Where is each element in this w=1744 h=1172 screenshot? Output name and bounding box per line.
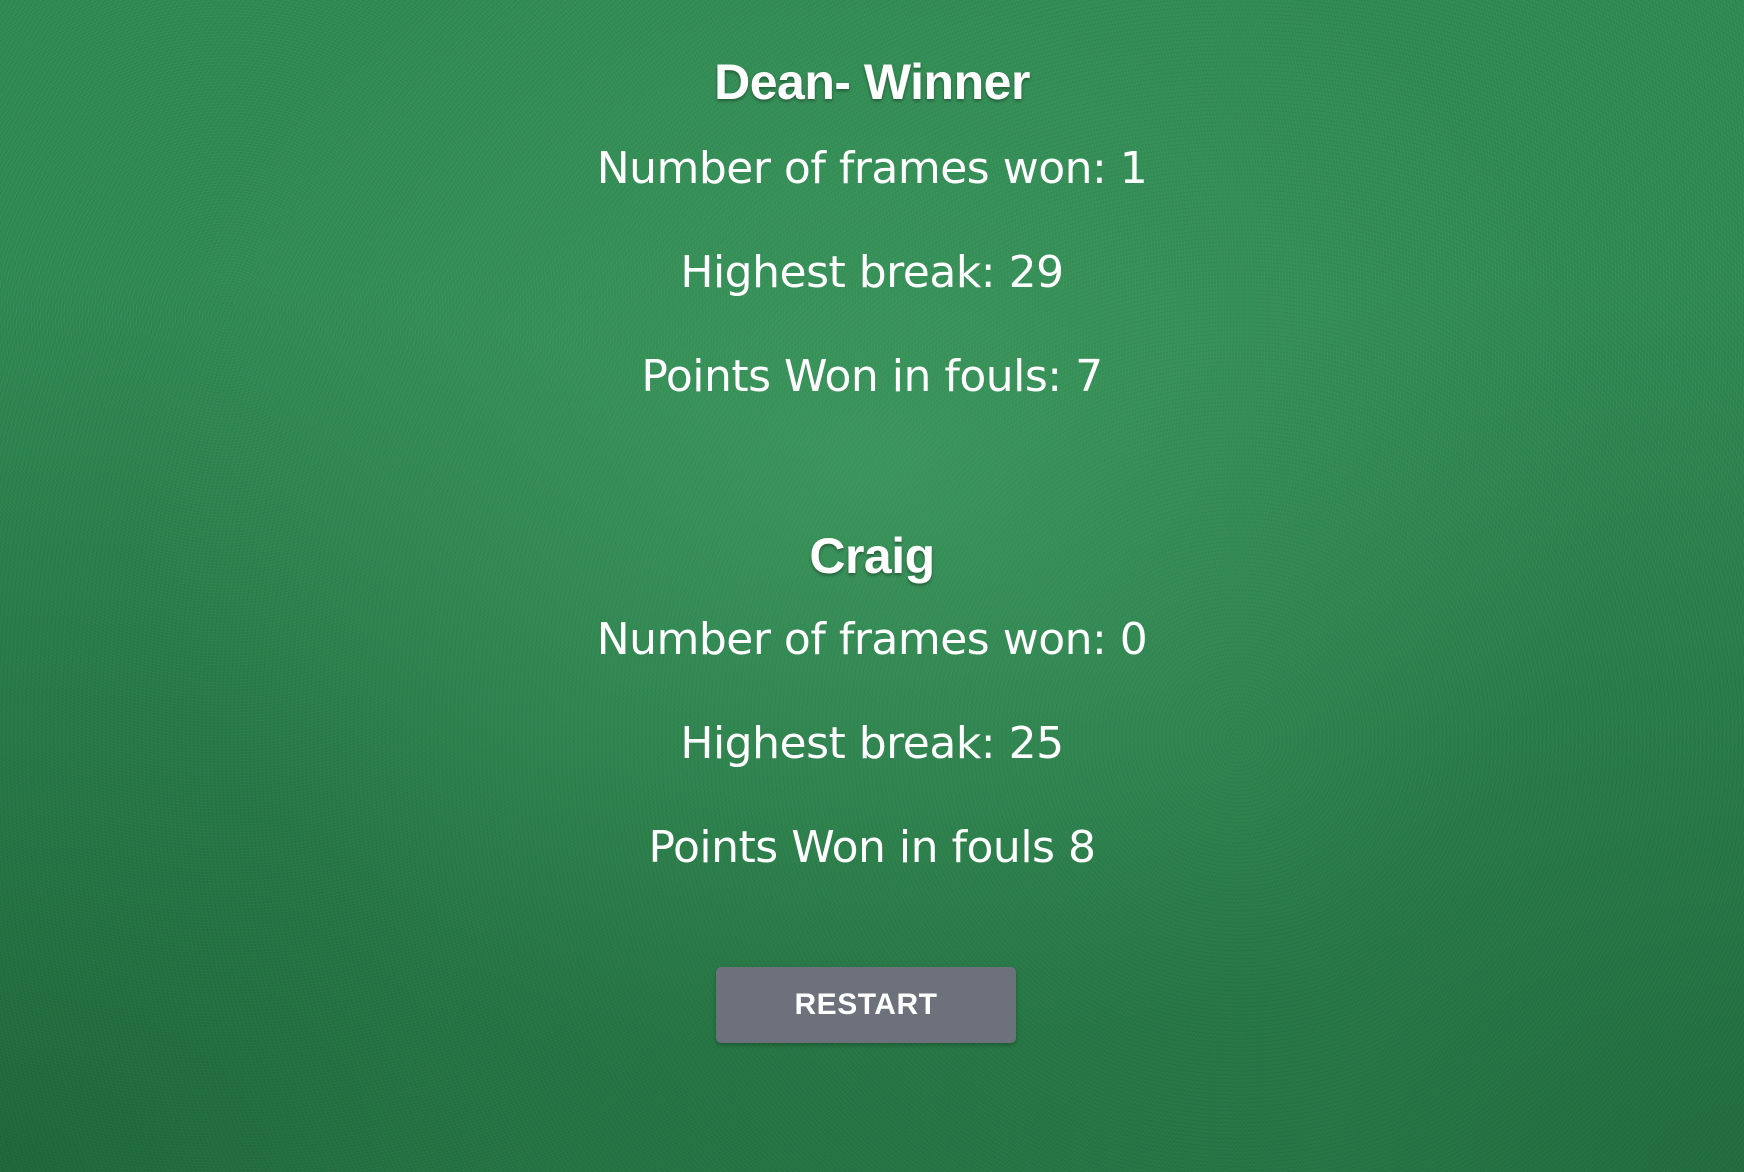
player-1-name: Dean- Winner <box>714 54 1030 110</box>
player-2-frames-won: Number of frames won: 0 <box>596 614 1148 665</box>
player-2-highest-break: Highest break: 25 <box>680 718 1064 769</box>
player-2-name: Craig <box>809 528 935 584</box>
restart-button[interactable]: RESTART <box>716 967 1016 1043</box>
player-1-highest-break: Highest break: 29 <box>680 247 1064 298</box>
player-1-foul-points: Points Won in fouls: 7 <box>641 351 1103 402</box>
player-2-foul-points: Points Won in fouls 8 <box>648 822 1096 873</box>
player-1-frames-won: Number of frames won: 1 <box>596 143 1148 194</box>
